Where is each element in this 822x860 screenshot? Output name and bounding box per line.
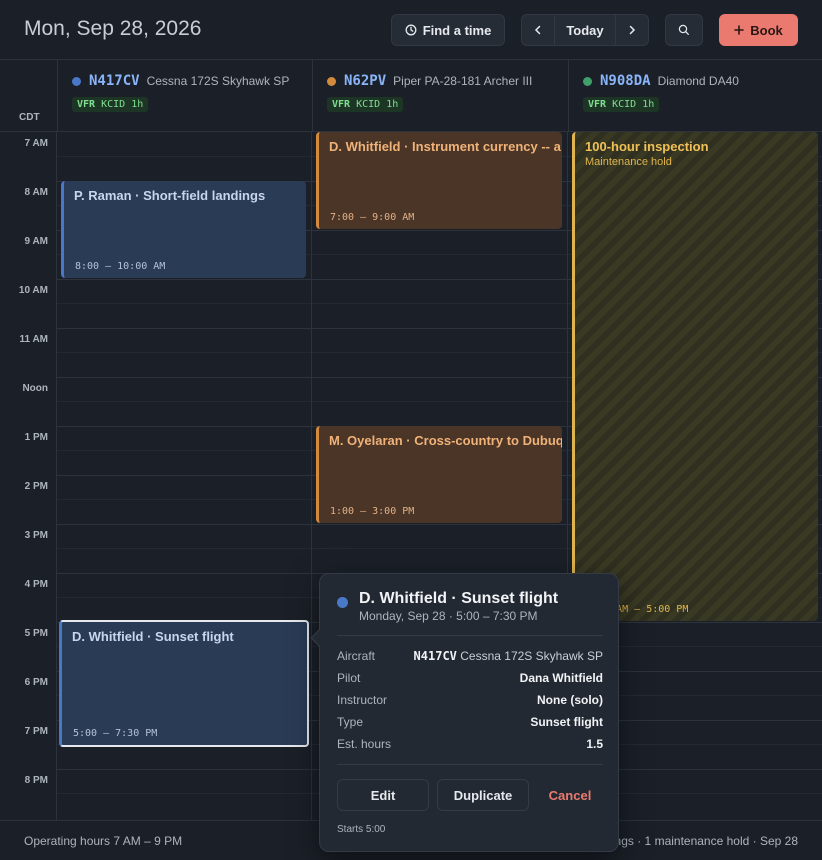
edit-button[interactable]: Edit [337, 779, 429, 811]
time-label: 11 AM [19, 334, 48, 345]
divider [337, 764, 603, 765]
event-title: 100-hour inspection [585, 139, 709, 154]
column-divider [311, 132, 312, 820]
date-navigation: Today [521, 14, 649, 46]
detail-value: Dana Whitfield [519, 671, 603, 685]
aircraft-column-header-n417cv[interactable]: N417CV Cessna 172S Skyhawk SP VFR KCID 1… [57, 60, 312, 132]
booking-event[interactable]: D. Whitfield · Instrument currency -- a … [316, 132, 562, 229]
cancel-booking-button[interactable]: Cancel [537, 779, 603, 811]
time-label: 1 PM [24, 432, 48, 443]
column-divider [56, 132, 57, 820]
plus-icon [734, 25, 745, 35]
operating-hours-text: Operating hours 7 AM – 9 PM [24, 834, 183, 848]
aircraft-model: Cessna 172S Skyhawk SP [146, 74, 290, 88]
event-title: D. Whitfield · Instrument currency -- a [329, 139, 561, 154]
flight-rules-badge: VFR KCID 1h [583, 97, 660, 112]
detail-value: None (solo) [537, 693, 603, 707]
detail-row-aircraft: Aircraft N417CV Cessna 172S Skyhawk SP [337, 647, 603, 665]
top-bar: Mon, Sep 28, 2026 Find a time Today Book [0, 0, 822, 60]
detail-key: Est. hours [337, 737, 392, 751]
popover-footer-text: Starts 5:00 [337, 824, 386, 835]
timezone-label: CDT [19, 112, 40, 123]
aircraft-color-dot [72, 76, 81, 86]
aircraft-model: Piper PA-28-181 Archer III [393, 74, 533, 88]
selected-booking-event[interactable]: D. Whitfield · Sunset flight 5:00 – 7:30… [59, 620, 309, 747]
detail-row-instructor: Instructor None (solo) [337, 691, 603, 709]
detail-key: Instructor [337, 693, 388, 707]
book-button[interactable]: Book [719, 14, 798, 46]
time-label: 9 AM [24, 236, 48, 247]
date-title: Mon, Sep 28, 2026 [24, 17, 202, 40]
chevron-left-icon [534, 25, 541, 35]
flight-rules-badge: VFR KCID 1h [327, 97, 404, 112]
popover-title: D. Whitfield · Sunset flight [359, 590, 559, 607]
event-time: 5:00 – 7:30 PM [73, 728, 158, 739]
time-label: Noon [22, 383, 48, 394]
detail-row-est-hours: Est. hours 1.5 [337, 735, 603, 753]
event-subtitle: Maintenance hold [585, 156, 672, 168]
aircraft-tail: N62PV [344, 73, 387, 89]
event-time: 8:00 – 10:00 AM [75, 261, 166, 272]
aircraft-color-dot [327, 76, 336, 86]
flight-rules-badge: VFR KCID 1h [72, 97, 149, 112]
time-label: 2 PM [24, 481, 48, 492]
aircraft-column-header-n908da[interactable]: N908DA Diamond DA40 VFR KCID 1h [568, 60, 822, 132]
divider [337, 635, 603, 636]
event-title: D. Whitfield · Sunset flight [72, 629, 234, 644]
today-button[interactable]: Today [554, 15, 616, 45]
duplicate-button[interactable]: Duplicate [437, 779, 529, 811]
aircraft-color-dot [583, 76, 592, 86]
summary-text: ngs · 1 maintenance hold · Sep 28 [614, 834, 798, 848]
booking-details-popover: D. Whitfield · Sunset flight Monday, Sep… [310, 573, 619, 852]
aircraft-column-header-n62pv[interactable]: N62PV Piper PA-28-181 Archer III VFR KCI… [312, 60, 568, 132]
detail-row-pilot: Pilot Dana Whitfield [337, 669, 603, 687]
popover-subtitle: Monday, Sep 28 · 5:00 – 7:30 PM [359, 609, 538, 623]
chevron-right-icon [629, 25, 636, 35]
booking-event[interactable]: P. Raman · Short-field landings 8:00 – 1… [61, 181, 306, 278]
search-button[interactable] [665, 14, 703, 46]
find-a-time-label: Find a time [422, 22, 492, 38]
time-label: 10 AM [18, 285, 48, 296]
detail-key: Aircraft [337, 649, 376, 663]
search-icon [678, 24, 689, 35]
aircraft-color-dot [337, 597, 348, 608]
previous-day-button[interactable] [522, 15, 554, 45]
maintenance-hold-event[interactable]: 100-hour inspection Maintenance hold 7:0… [572, 132, 818, 621]
find-a-time-button[interactable]: Find a time [391, 14, 505, 46]
time-label: 3 PM [24, 530, 48, 541]
clock-icon [405, 24, 417, 36]
event-time: 7:00 – 9:00 AM [330, 212, 415, 223]
time-label: 8 AM [24, 187, 48, 198]
detail-key: Pilot [337, 671, 361, 685]
detail-value: 1.5 [586, 737, 603, 751]
event-time: 1:00 – 3:00 PM [330, 506, 415, 517]
aircraft-model: Diamond DA40 [657, 74, 739, 88]
aircraft-header-row: CDT N417CV Cessna 172S Skyhawk SP VFR KC… [0, 60, 822, 132]
time-label: 6 PM [24, 677, 48, 688]
event-title: M. Oyelaran · Cross-country to Dubuq [329, 433, 562, 448]
time-label: 8 PM [24, 775, 48, 786]
time-label: 4 PM [24, 579, 48, 590]
aircraft-tail: N908DA [600, 73, 651, 89]
detail-value: Sunset flight [530, 715, 603, 729]
aircraft-tail: N417CV [89, 73, 140, 89]
time-label: 7 PM [24, 726, 48, 737]
detail-key: Type [337, 715, 364, 729]
next-day-button[interactable] [616, 15, 648, 45]
detail-value: N417CV Cessna 172S Skyhawk SP [413, 649, 603, 663]
book-label: Book [750, 22, 783, 38]
detail-row-type: Type Sunset flight [337, 713, 603, 731]
booking-event[interactable]: M. Oyelaran · Cross-country to Dubuq 1:0… [316, 426, 562, 523]
time-label: 5 PM [24, 628, 48, 639]
time-label: 7 AM [24, 138, 48, 149]
event-title: P. Raman · Short-field landings [74, 188, 266, 203]
